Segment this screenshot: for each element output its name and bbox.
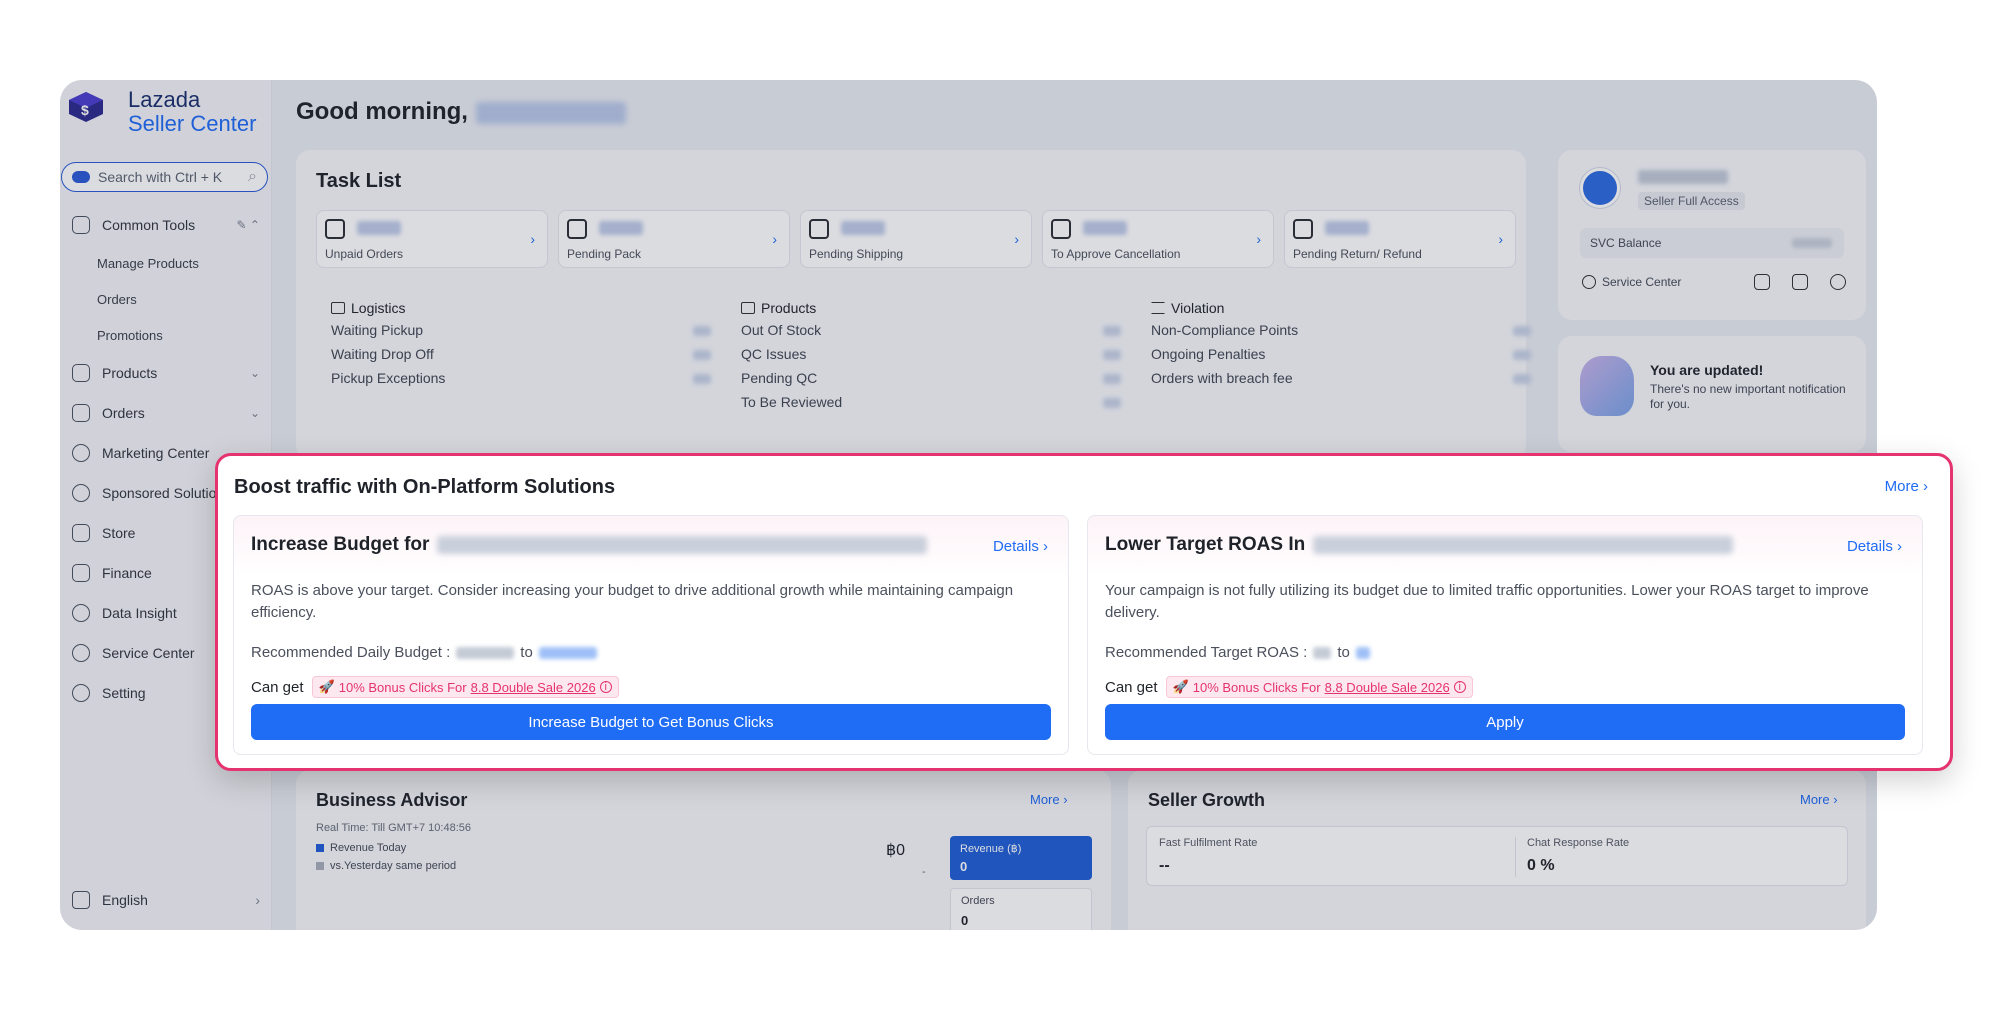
card-title-text: Increase Budget for (251, 534, 430, 555)
redacted-recommended-roas (1355, 646, 1370, 659)
to-label: to (520, 644, 533, 661)
card-description: ROAS is above your target. Consider incr… (251, 582, 1014, 621)
redacted-current-budget (456, 646, 515, 659)
details-link[interactable]: Details › (1847, 538, 1902, 555)
details-label: Details (992, 538, 1039, 555)
apply-button[interactable]: Apply (1105, 704, 1905, 740)
recommendation: Recommended Target ROAS : to (1105, 644, 1370, 661)
redacted-recommended-budget (538, 646, 597, 659)
more-label: More (1884, 478, 1919, 495)
redacted-campaign-name (437, 536, 928, 554)
rocket-icon: 🚀 (318, 679, 335, 694)
increase-budget-card: Increase Budget for Details › ROAS is ab… (233, 515, 1069, 755)
redacted-campaign-name (1313, 536, 1734, 554)
info-icon[interactable]: i (1453, 681, 1466, 693)
card-title: Increase Budget for (251, 534, 928, 556)
can-get-label: Can get (1105, 678, 1158, 696)
bonus-badge[interactable]: 🚀 10% Bonus Clicks For 8.8 Double Sale 2… (311, 676, 619, 698)
bonus-badge[interactable]: 🚀 10% Bonus Clicks For 8.8 Double Sale 2… (1165, 676, 1473, 698)
bonus-text: 10% Bonus Clicks For (338, 679, 467, 695)
rocket-icon: 🚀 (1172, 679, 1189, 694)
boost-title: Boost traffic with On-Platform Solutions (234, 476, 616, 498)
bonus-text: 10% Bonus Clicks For (1192, 679, 1321, 695)
can-get-row: Can get 🚀 10% Bonus Clicks For 8.8 Doubl… (251, 676, 619, 698)
card-title: Lower Target ROAS In (1105, 534, 1734, 556)
bonus-event-link[interactable]: 8.8 Double Sale 2026 (471, 680, 596, 695)
boost-more-link[interactable]: More › (1885, 478, 1928, 495)
recommendation-label: Recommended Daily Budget : (251, 644, 451, 661)
recommendation: Recommended Daily Budget : to (251, 644, 597, 661)
details-link[interactable]: Details › (993, 538, 1048, 555)
increase-budget-button[interactable]: Increase Budget to Get Bonus Clicks (251, 704, 1051, 740)
to-label: to (1337, 644, 1350, 661)
recommendation-label: Recommended Target ROAS : (1105, 644, 1308, 661)
can-get-label: Can get (251, 678, 304, 696)
lower-roas-card: Lower Target ROAS In Details › Your camp… (1087, 515, 1923, 755)
info-icon[interactable]: i (599, 681, 612, 693)
details-label: Details (1846, 538, 1893, 555)
boost-traffic-panel: Boost traffic with On-Platform Solutions… (215, 453, 1953, 771)
can-get-row: Can get 🚀 10% Bonus Clicks For 8.8 Doubl… (1105, 676, 1473, 698)
redacted-current-roas (1313, 646, 1332, 659)
card-title-text: Lower Target ROAS In (1105, 534, 1306, 555)
bonus-event-link[interactable]: 8.8 Double Sale 2026 (1325, 680, 1450, 695)
card-description: Your campaign is not fully utilizing its… (1105, 582, 1869, 621)
